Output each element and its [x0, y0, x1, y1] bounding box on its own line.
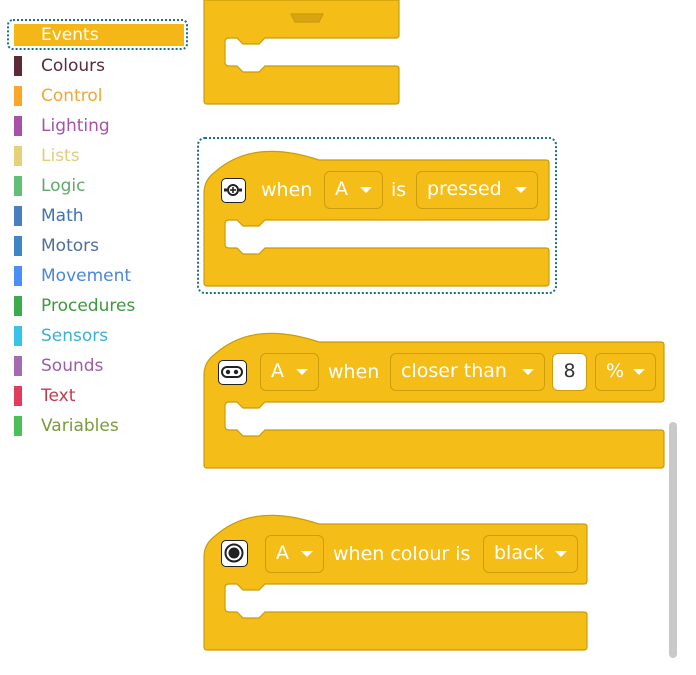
when-label: when	[328, 361, 380, 383]
category-label: Sounds	[41, 356, 104, 376]
category-movement[interactable]: Movement	[14, 264, 186, 288]
port-value: A	[271, 360, 284, 382]
block-selection-outline	[197, 137, 557, 294]
category-control[interactable]: Control	[14, 84, 186, 108]
port-dropdown[interactable]: A	[260, 353, 319, 391]
category-label: Text	[41, 386, 76, 406]
partial-top-block-shape	[203, 0, 400, 105]
category-sounds[interactable]: Sounds	[14, 354, 186, 378]
chevron-down-icon	[522, 369, 534, 375]
category-events[interactable]: Events	[14, 24, 184, 46]
category-label: Procedures	[41, 296, 136, 316]
unit-value: %	[606, 360, 625, 382]
chevron-down-icon	[296, 369, 308, 375]
category-color-swatch	[14, 266, 22, 286]
category-color-swatch	[14, 116, 22, 136]
category-color-swatch	[14, 326, 22, 346]
category-label: Control	[41, 86, 103, 106]
category-label: Events	[41, 25, 99, 45]
category-color-swatch	[14, 356, 22, 376]
category-label: Lists	[41, 146, 80, 166]
chevron-down-icon	[301, 551, 313, 557]
when-colour-is-label: when colour is	[333, 543, 471, 565]
category-label: Logic	[41, 176, 86, 196]
category-color-swatch	[14, 296, 22, 316]
category-color-swatch	[14, 176, 22, 196]
category-label: Lighting	[41, 116, 110, 136]
color-sensor-icon	[221, 540, 248, 567]
distance-sensor-icon	[218, 360, 247, 385]
category-label: Movement	[41, 266, 132, 286]
category-color-swatch	[14, 56, 22, 76]
category-variables[interactable]: Variables	[14, 414, 186, 438]
category-label: Colours	[41, 56, 106, 76]
category-sensors[interactable]: Sensors	[14, 324, 186, 348]
colour-dropdown[interactable]: black	[483, 535, 578, 573]
category-text[interactable]: Text	[14, 384, 186, 408]
colour-block-shape	[203, 514, 588, 651]
unit-dropdown[interactable]: %	[595, 353, 656, 391]
category-label: Motors	[41, 236, 99, 256]
distance-value-input[interactable]: 8	[552, 353, 587, 391]
distance-block-shape	[203, 332, 665, 469]
colour-value: black	[494, 542, 545, 564]
category-procedures[interactable]: Procedures	[14, 294, 186, 318]
chevron-down-icon	[555, 551, 567, 557]
category-label: Variables	[41, 416, 119, 436]
category-color-swatch	[14, 146, 22, 166]
category-lists[interactable]: Lists	[14, 144, 186, 168]
category-label: Math	[41, 206, 84, 226]
workspace-scrollbar[interactable]	[669, 422, 677, 658]
category-motors[interactable]: Motors	[14, 234, 186, 258]
category-color-swatch	[14, 206, 22, 226]
category-label: Sensors	[41, 326, 109, 346]
selected-category-highlight	[14, 24, 184, 46]
category-lighting[interactable]: Lighting	[14, 114, 186, 138]
category-color-swatch	[14, 86, 22, 106]
category-logic[interactable]: Logic	[14, 174, 186, 198]
category-color-swatch	[14, 236, 22, 256]
port-dropdown[interactable]: A	[265, 535, 324, 573]
comparison-dropdown[interactable]: closer than	[390, 353, 545, 391]
category-math[interactable]: Math	[14, 204, 186, 228]
port-value: A	[276, 542, 289, 564]
category-color-swatch	[14, 386, 22, 406]
comparison-value: closer than	[401, 360, 507, 382]
category-color-swatch	[14, 416, 22, 436]
chevron-down-icon	[633, 369, 645, 375]
category-colours[interactable]: Colours	[14, 54, 186, 78]
